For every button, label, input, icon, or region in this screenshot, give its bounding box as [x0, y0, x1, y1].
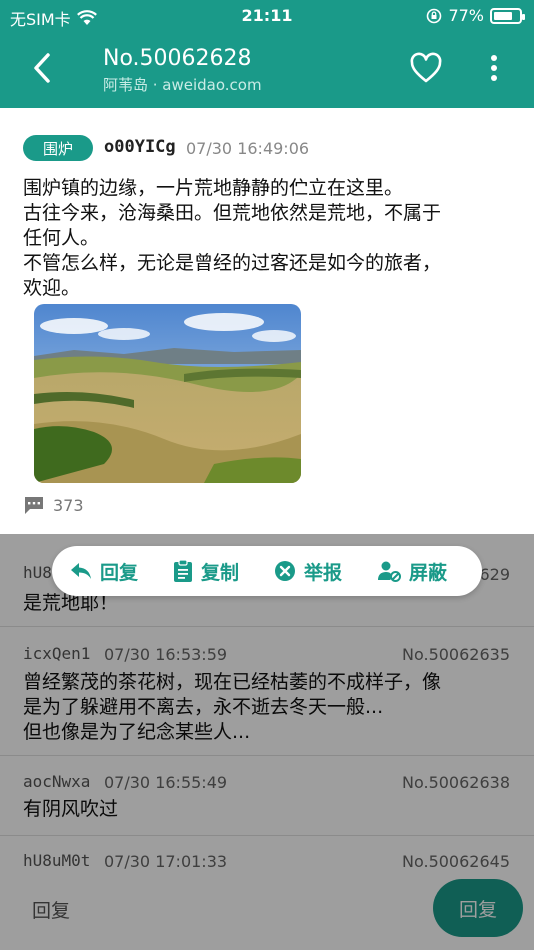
post-body: 围炉镇的边缘，一片荒地静静的伫立在这里。 古往今来，沧海桑田。但荒地依然是荒地，… — [23, 176, 513, 301]
main-post: 围炉 o00YICg 07/30 16:49:06 围炉镇的边缘，一片荒地静静的… — [0, 118, 534, 534]
battery-percent: 77% — [448, 6, 484, 25]
copy-action-label: 复制 — [201, 561, 240, 584]
report-icon — [275, 561, 296, 581]
status-bar: 无SIM卡 21:11 77% — [0, 0, 534, 30]
block-user-icon — [378, 561, 402, 582]
report-action-label: 举报 — [304, 561, 343, 584]
clipboard-icon — [174, 559, 193, 582]
thread-title: No.50062628 — [103, 46, 252, 71]
block-action[interactable]: 屏蔽 — [377, 558, 447, 585]
post-author: o00YICg — [104, 137, 176, 157]
landscape-photo — [34, 304, 301, 483]
post-time: 07/30 16:49:06 — [186, 139, 310, 158]
comment-count-value: 373 — [53, 495, 84, 515]
block-action-label: 屏蔽 — [409, 561, 448, 584]
favorite-button[interactable] — [408, 50, 444, 86]
heart-icon — [410, 52, 442, 83]
post-line: 围炉镇的边缘，一片荒地静静的伫立在这里。 — [23, 177, 404, 199]
post-line: 欢迎。 — [23, 277, 81, 299]
dim-overlay[interactable] — [0, 534, 534, 950]
post-image[interactable] — [34, 304, 301, 483]
battery-fill — [494, 11, 513, 20]
post-line: 古往今来，沧海桑田。但荒地依然是荒地，不属于 — [23, 202, 442, 224]
status-right: 77% — [426, 6, 525, 25]
post-tag[interactable]: 围炉 — [23, 135, 93, 161]
thread-subtitle: 阿苇岛 · aweidao.com — [103, 76, 262, 94]
back-button[interactable] — [22, 48, 62, 88]
action-popup-menu: 回复 复制 举报 屏蔽 — [52, 546, 482, 596]
battery-icon — [490, 7, 525, 24]
reply-action-label: 回复 — [100, 561, 139, 584]
reply-icon — [71, 563, 91, 579]
more-menu-button[interactable] — [480, 50, 508, 86]
reply-action[interactable]: 回复 — [70, 558, 138, 585]
app-header: 无SIM卡 21:11 77% No.50062628 阿苇岛 · aweida… — [0, 0, 534, 108]
comment-icon — [25, 497, 43, 514]
report-action[interactable]: 举报 — [274, 558, 342, 585]
comment-count[interactable]: 373 — [23, 495, 84, 515]
post-line: 不管怎么样，无论是曾经的过客还是如今的旅者， — [23, 252, 442, 274]
lock-rotation-icon — [427, 8, 442, 23]
more-icon — [491, 55, 497, 81]
post-line: 任何人。 — [23, 227, 100, 249]
copy-action[interactable]: 复制 — [173, 558, 239, 585]
back-icon — [34, 53, 50, 83]
